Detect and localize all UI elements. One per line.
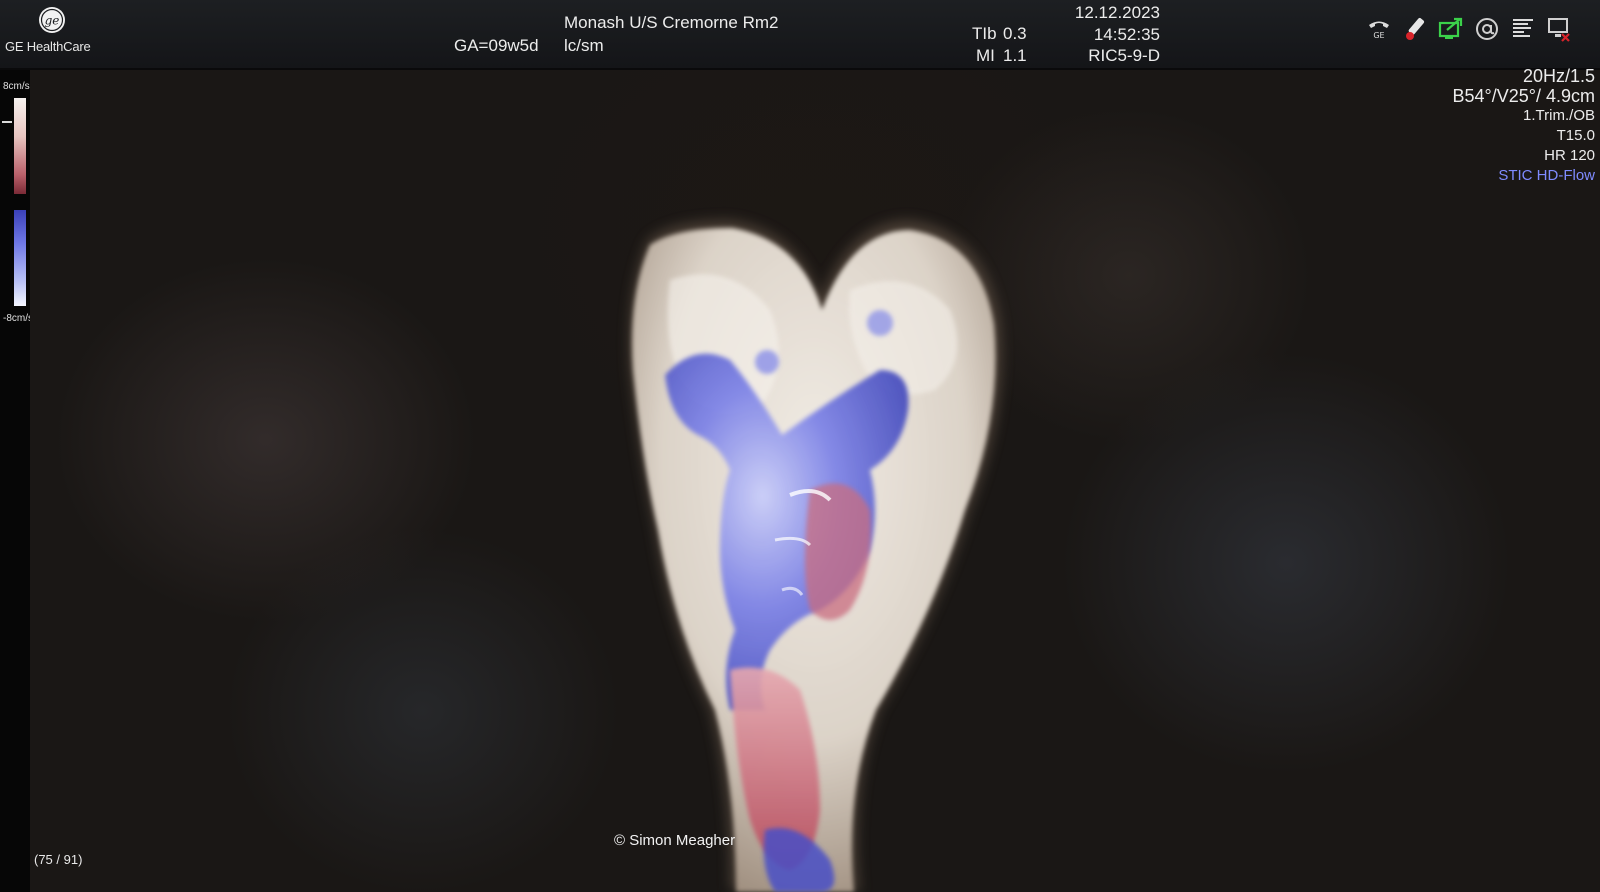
gestational-age: GA=09w5d [454,36,539,55]
thermal-index: T15.0 [1556,127,1595,144]
network-screen-icon[interactable] [1438,16,1464,42]
mi-label: MI [976,46,995,65]
svg-text:ge: ge [45,14,60,28]
frame-rate: 20Hz/1.5 [1522,66,1595,86]
mi-value: 1.1 [1003,46,1027,65]
status-icon-tray: GE [1366,16,1572,42]
exam-time: 14:52:35 [1093,25,1160,44]
probe-name: RIC5-9-D [1088,46,1160,65]
at-icon[interactable] [1474,16,1500,42]
copyright-notice: © Simon Meagher [614,832,736,849]
imaging-mode: STIC HD-Flow [1498,167,1595,184]
ge-logo-icon: ge [39,7,65,33]
heart-rate: HR 120 [1544,147,1595,164]
tib-label: TIb [972,24,997,43]
probe-icon[interactable] [1402,16,1428,42]
top-header-bar: ge GE HealthCare GA=09w5d Monash U/S Cre… [0,0,1600,70]
svg-text:GE: GE [1373,31,1384,40]
ultrasound-viewport[interactable] [30,70,1600,892]
report-icon[interactable] [1510,16,1536,42]
exam-date: 12.12.2023 [1074,3,1160,22]
negative-velocity-bar [14,210,26,306]
monitor-error-icon[interactable] [1546,16,1572,42]
operator-initials: lc/sm [564,36,604,55]
ge-phone-icon[interactable]: GE [1366,16,1392,42]
rendered-volume-image [629,220,1002,892]
scale-max-label: 8cm/s [3,81,30,92]
frame-counter: (75 / 91) [34,852,83,867]
institution-name: Monash U/S Cremorne Rm2 [564,13,779,32]
brand-name: GE HealthCare [5,39,91,54]
scale-min-label: -8cm/s [3,313,33,324]
exam-preset: 1.Trim./OB [1523,107,1595,124]
scale-baseline-marker [2,121,12,123]
positive-velocity-bar [14,98,26,194]
sector-geometry: B54°/V25°/ 4.9cm [1452,86,1595,106]
tib-value: 0.3 [1003,24,1027,43]
acquisition-parameters: 20Hz/1.5 B54°/V25°/ 4.9cm 1.Trim./OB T15… [1453,66,1595,186]
